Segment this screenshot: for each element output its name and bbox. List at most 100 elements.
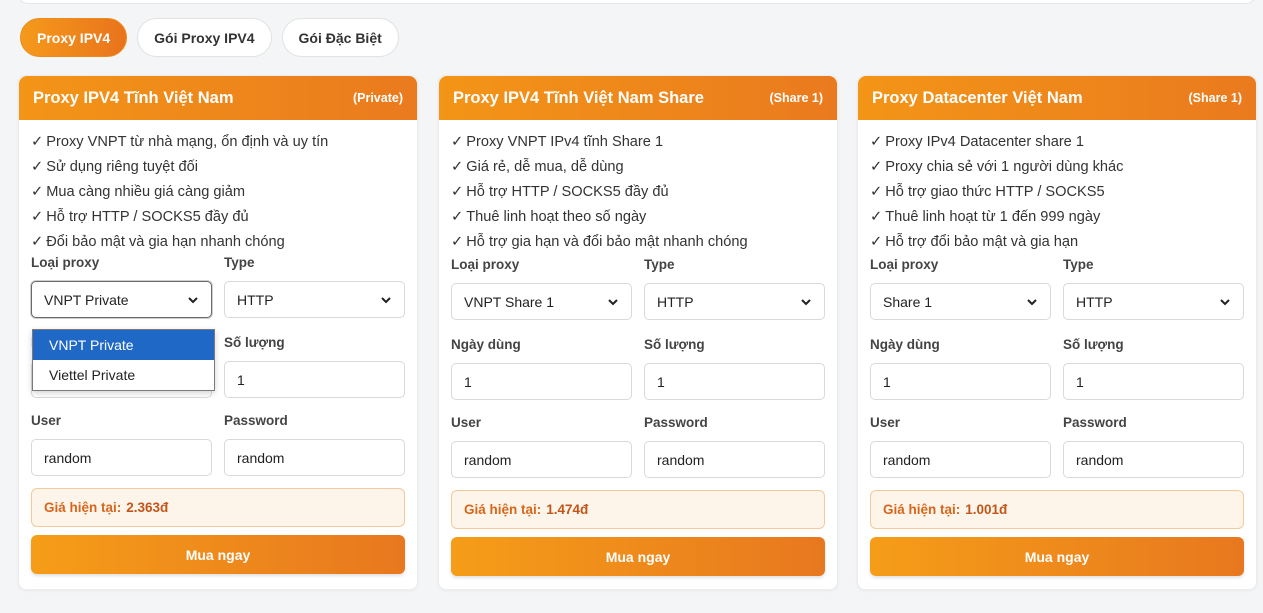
- tab-goi-dac-biet[interactable]: Gói Đặc Biệt: [281, 18, 399, 57]
- feature-item: ✓ Mua càng nhiều giá càng giảm: [31, 184, 246, 200]
- proxy-type-label: Loại proxy: [451, 257, 520, 272]
- dropdown-option-viettel-private[interactable]: Viettel Private: [33, 360, 214, 390]
- feature-item: ✓ Proxy VNPT IPv4 tĩnh Share 1: [451, 134, 664, 150]
- feature-item: ✓ Hỗ trợ HTTP / SOCKS5 đầy đủ: [31, 209, 249, 225]
- password-input[interactable]: random: [1063, 441, 1244, 478]
- check-icon: ✓: [870, 134, 883, 150]
- quantity-input[interactable]: 1: [224, 361, 405, 398]
- buy-now-button[interactable]: Mua ngay: [870, 537, 1244, 576]
- product-card-datacenter: Proxy Datacenter Việt Nam (Share 1) ✓ Pro…: [857, 75, 1257, 590]
- card-badge: (Private): [352, 91, 403, 105]
- proxy-type-select[interactable]: Share 1: [870, 283, 1051, 320]
- check-icon: ✓: [870, 209, 883, 225]
- user-label: User: [870, 415, 901, 430]
- password-label: Password: [224, 413, 288, 428]
- price-value: 2.363đ: [126, 500, 169, 515]
- feature-item: ✓ Proxy VNPT từ nhà mạng, ổn định và uy t…: [31, 134, 329, 150]
- card-header: Proxy IPV4 Tĩnh Việt Nam (Private): [19, 76, 417, 120]
- buy-now-button[interactable]: Mua ngay: [451, 537, 825, 576]
- feature-list: ✓ Proxy VNPT từ nhà mạng, ổn định và uy t…: [19, 120, 417, 255]
- check-icon: ✓: [451, 159, 464, 175]
- password-input[interactable]: random: [644, 441, 825, 478]
- check-icon: ✓: [31, 209, 44, 225]
- current-price: Giá hiện tại: 1.474đ: [451, 490, 825, 529]
- card-header: Proxy Datacenter Việt Nam (Share 1): [858, 76, 1256, 120]
- card-header: Proxy IPV4 Tĩnh Việt Nam Share (Share 1): [439, 76, 837, 120]
- card-title: Proxy IPV4 Tĩnh Việt Nam: [33, 88, 234, 107]
- user-label: User: [451, 415, 482, 430]
- dropdown-option-vnpt-private[interactable]: VNPT Private: [33, 330, 214, 360]
- check-icon: ✓: [451, 209, 464, 225]
- proxy-type-select[interactable]: VNPT Share 1: [451, 283, 632, 320]
- card-badge: (Share 1): [1188, 91, 1243, 105]
- quantity-input[interactable]: 1: [644, 363, 825, 400]
- check-icon: ✓: [31, 159, 44, 175]
- quantity-label: Số lượng: [1063, 337, 1124, 352]
- chevron-down-icon: [381, 296, 391, 303]
- card-title: Proxy Datacenter Việt Nam: [872, 88, 1083, 107]
- feature-item: ✓ Thuê linh hoạt theo số ngày: [451, 209, 647, 225]
- feature-item: ✓ Thuê linh hoạt từ 1 đến 999 ngày: [870, 209, 1101, 225]
- user-label: User: [31, 413, 62, 428]
- password-input[interactable]: random: [224, 439, 405, 476]
- buy-now-button[interactable]: Mua ngay: [31, 535, 405, 574]
- price-value: 1.001đ: [965, 502, 1008, 517]
- days-label: Ngày dùng: [870, 337, 940, 352]
- password-label: Password: [1063, 415, 1127, 430]
- check-icon: ✓: [31, 134, 44, 150]
- category-tabs: Proxy IPV4 Gói Proxy IPV4 Gói Đặc Biệt: [20, 18, 399, 57]
- days-label: Ngày dùng: [451, 337, 521, 352]
- chevron-down-icon: [188, 296, 198, 303]
- type-select[interactable]: HTTP: [1063, 283, 1244, 320]
- check-icon: ✓: [31, 234, 44, 250]
- days-input[interactable]: 1: [870, 363, 1051, 400]
- quantity-label: Số lượng: [224, 335, 285, 350]
- check-icon: ✓: [451, 134, 464, 150]
- feature-item: ✓ Đổi bảo mật và gia hạn nhanh chóng: [31, 234, 285, 250]
- type-label: Type: [644, 257, 675, 272]
- quantity-input[interactable]: 1: [1063, 363, 1244, 400]
- check-icon: ✓: [870, 234, 883, 250]
- chevron-down-icon: [608, 298, 618, 305]
- check-icon: ✓: [870, 184, 883, 200]
- chevron-down-icon: [801, 298, 811, 305]
- current-price: Giá hiện tại: 2.363đ: [31, 488, 405, 527]
- user-input[interactable]: random: [451, 441, 632, 478]
- type-label: Type: [1063, 257, 1094, 272]
- check-icon: ✓: [451, 184, 464, 200]
- card-badge: (Share 1): [769, 91, 824, 105]
- type-select[interactable]: HTTP: [224, 281, 405, 318]
- feature-item: ✓ Hỗ trợ giao thức HTTP / SOCKS5: [870, 184, 1105, 200]
- tab-goi-proxy-ipv4[interactable]: Gói Proxy IPV4: [137, 18, 272, 57]
- days-input[interactable]: 1: [451, 363, 632, 400]
- check-icon: ✓: [451, 234, 464, 250]
- top-panel-edge: [18, 0, 1256, 4]
- card-title: Proxy IPV4 Tĩnh Việt Nam Share: [453, 88, 704, 107]
- check-icon: ✓: [870, 159, 883, 175]
- feature-item: ✓ Sử dụng riêng tuyệt đối: [31, 159, 198, 175]
- tab-proxy-ipv4[interactable]: Proxy IPV4: [20, 18, 128, 57]
- proxy-type-select[interactable]: VNPT Private: [31, 281, 212, 318]
- product-card-private: Proxy IPV4 Tĩnh Việt Nam (Private) ✓ Prox…: [18, 75, 418, 590]
- product-card-share: Proxy IPV4 Tĩnh Việt Nam Share (Share 1)…: [438, 75, 838, 590]
- user-input[interactable]: random: [31, 439, 212, 476]
- type-select[interactable]: HTTP: [644, 283, 825, 320]
- feature-item: ✓ Hỗ trợ đổi bảo mật và gia hạn: [870, 234, 1079, 250]
- feature-list: ✓ Proxy VNPT IPv4 tĩnh Share 1 ✓ Giá rẻ, d…: [439, 120, 837, 257]
- feature-item: ✓ Proxy chia sẻ với 1 người dùng khác: [870, 159, 1124, 175]
- type-label: Type: [224, 255, 255, 270]
- chevron-down-icon: [1027, 298, 1037, 305]
- feature-item: ✓ Hỗ trợ gia hạn và đổi bảo mật nhanh chó…: [451, 234, 748, 250]
- feature-item: ✓ Giá rẻ, dễ mua, dễ dùng: [451, 159, 624, 175]
- price-value: 1.474đ: [546, 502, 589, 517]
- current-price: Giá hiện tại: 1.001đ: [870, 490, 1244, 529]
- feature-item: ✓ Proxy IPv4 Datacenter share 1: [870, 134, 1084, 150]
- proxy-type-label: Loại proxy: [31, 255, 100, 270]
- check-icon: ✓: [31, 184, 44, 200]
- password-label: Password: [644, 415, 708, 430]
- user-input[interactable]: random: [870, 441, 1051, 478]
- chevron-down-icon: [1220, 298, 1230, 305]
- feature-item: ✓ Hỗ trợ HTTP / SOCKS5 đầy đủ: [451, 184, 669, 200]
- proxy-type-label: Loại proxy: [870, 257, 939, 272]
- proxy-type-dropdown: VNPT Private Viettel Private: [32, 329, 215, 391]
